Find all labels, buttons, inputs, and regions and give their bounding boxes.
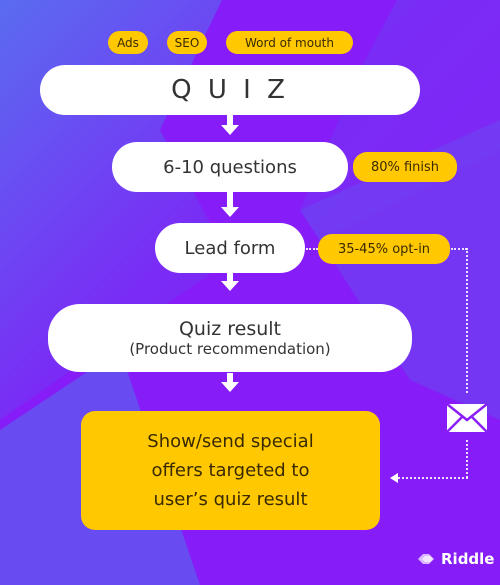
offer-line: user’s quiz result bbox=[153, 489, 308, 510]
quiz-result-node: Quiz result (Product recommendation) bbox=[48, 304, 412, 372]
connector-line bbox=[451, 248, 467, 250]
finish-rate-badge: 80% finish bbox=[353, 152, 457, 182]
source-chip-word-of-mouth: Word of mouth bbox=[226, 31, 353, 54]
offer-line: Show/send special bbox=[147, 431, 314, 452]
quiz-node: Q U I Z bbox=[40, 65, 420, 115]
source-chip-ads: Ads bbox=[108, 31, 148, 54]
offer-line: offers targeted to bbox=[151, 460, 310, 481]
connector-line bbox=[398, 477, 468, 479]
questions-node: 6-10 questions bbox=[112, 142, 348, 192]
quiz-result-title: Quiz result bbox=[178, 318, 282, 340]
quiz-result-subtitle: (Product recommendation) bbox=[129, 340, 331, 358]
arrow-down-icon bbox=[221, 273, 239, 291]
riddle-logo-icon bbox=[418, 554, 434, 564]
connector-line bbox=[466, 248, 468, 393]
envelope-icon bbox=[447, 404, 487, 432]
source-chip-seo: SEO bbox=[167, 31, 207, 54]
brand-name: Riddle bbox=[441, 550, 495, 568]
arrow-down-icon bbox=[221, 115, 239, 135]
arrow-down-icon bbox=[221, 192, 239, 217]
offer-box: Show/send special offers targeted to use… bbox=[81, 411, 380, 530]
connector-line bbox=[466, 440, 468, 478]
arrow-down-icon bbox=[221, 373, 239, 392]
opt-in-rate-badge: 35-45% opt-in bbox=[318, 234, 450, 264]
arrow-left-icon bbox=[390, 473, 398, 483]
connector-line bbox=[306, 248, 318, 250]
flow-diagram: Ads SEO Word of mouth Q U I Z 6-10 quest… bbox=[0, 0, 500, 585]
brand-logo: Riddle bbox=[416, 550, 494, 568]
lead-form-node: Lead form bbox=[155, 223, 305, 273]
